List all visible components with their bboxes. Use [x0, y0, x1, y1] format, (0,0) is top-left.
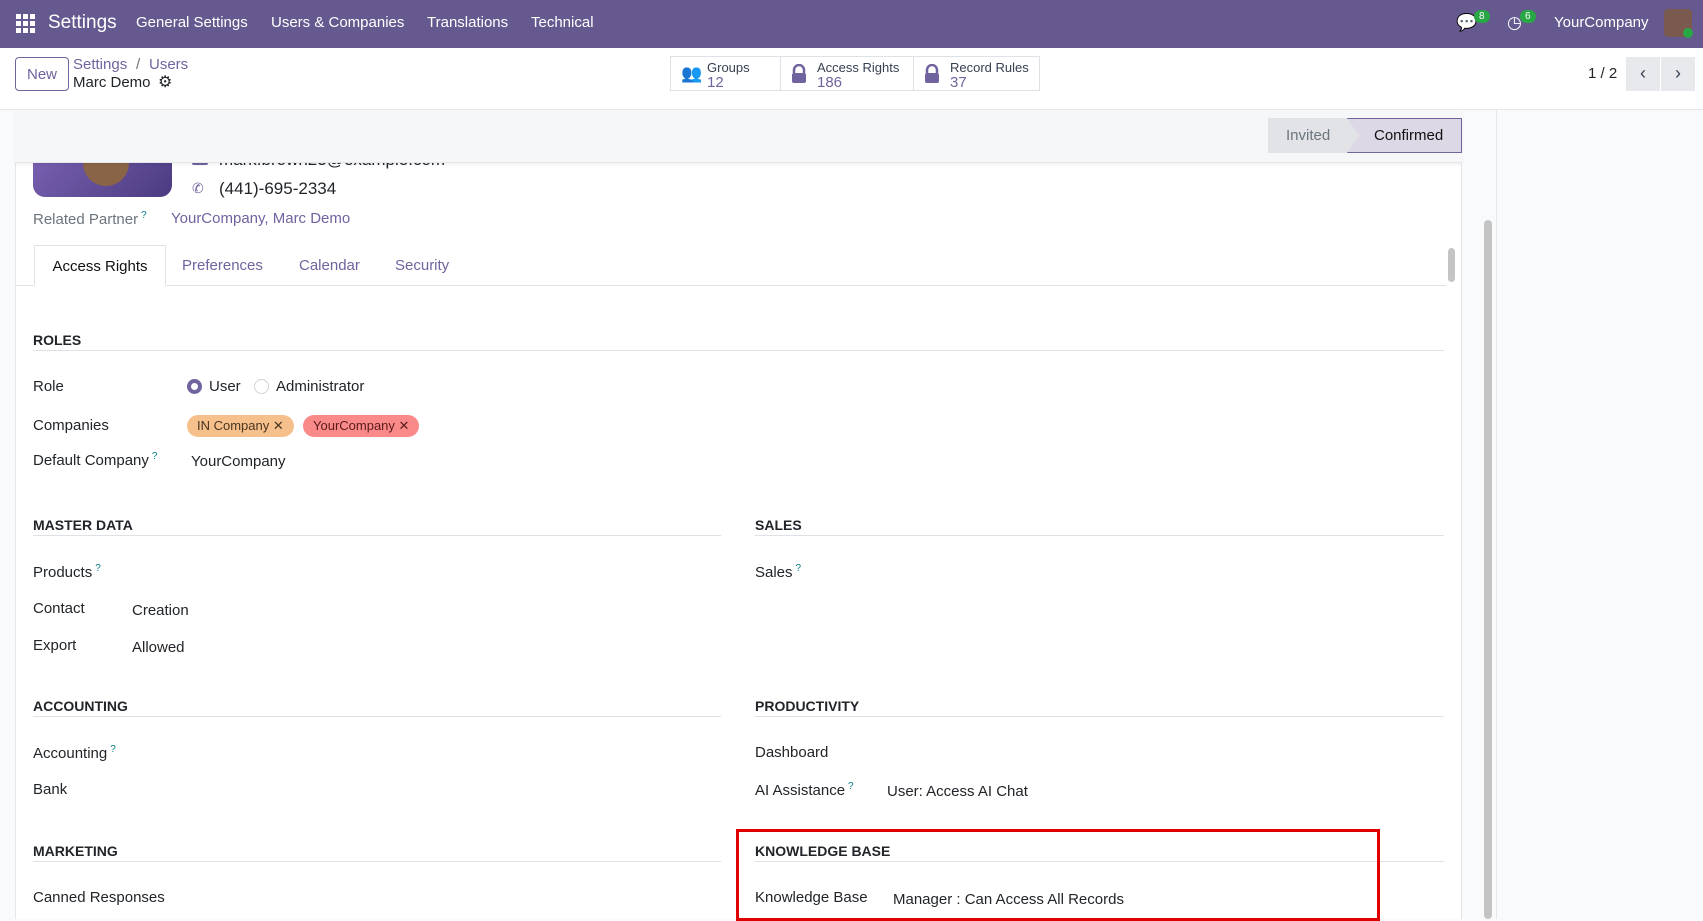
- canned-responses-label: Canned Responses: [33, 889, 165, 906]
- breadcrumb-settings[interactable]: Settings: [73, 56, 127, 73]
- accounting-label: Accounting?: [33, 744, 116, 762]
- tabs-scrollbar[interactable]: [1448, 248, 1455, 282]
- lock-icon: [924, 63, 944, 84]
- menu-users-companies[interactable]: Users & Companies: [271, 14, 404, 31]
- page-scrollbar[interactable]: [1484, 220, 1492, 919]
- new-button[interactable]: New: [15, 57, 69, 91]
- status-confirmed[interactable]: Confirmed: [1347, 118, 1462, 153]
- company-tag[interactable]: IN Company ✕: [187, 415, 294, 437]
- companies-label: Companies: [33, 417, 109, 434]
- groups-count: 12: [707, 74, 724, 91]
- sales-label: Sales?: [755, 563, 802, 581]
- groups-button[interactable]: 👥 Groups 12: [671, 57, 781, 91]
- access-rights-count: 186: [817, 74, 843, 91]
- menu-translations[interactable]: Translations: [427, 14, 508, 31]
- default-company-label: Default Company?: [33, 451, 158, 469]
- ai-assistance-label: AI Assistance?: [755, 781, 854, 799]
- record-rules-button[interactable]: Record Rules 37: [914, 57, 1040, 91]
- breadcrumb-separator: /: [136, 56, 141, 73]
- tab-security[interactable]: Security: [395, 245, 449, 286]
- remove-tag-icon[interactable]: ✕: [273, 418, 284, 433]
- divider: [755, 716, 1444, 717]
- divider: [33, 350, 1444, 351]
- company-tag[interactable]: YourCompany ✕: [303, 415, 420, 437]
- pager-previous-button[interactable]: ‹: [1626, 57, 1660, 91]
- products-label: Products?: [33, 563, 101, 581]
- access-rights-label: Access Rights: [817, 60, 900, 75]
- record-name: Marc Demo: [73, 74, 151, 91]
- divider: [755, 535, 1444, 536]
- side-panel-divider: [1496, 110, 1497, 919]
- messages-count: 8: [1474, 10, 1490, 23]
- control-panel: New Settings / Users Marc Demo ⚙ 👥 Group…: [0, 48, 1703, 110]
- highlight-box: [736, 829, 1380, 921]
- dashboard-label: Dashboard: [755, 744, 829, 761]
- export-label: Export: [33, 637, 77, 654]
- role-administrator-radio[interactable]: [254, 379, 269, 394]
- record-rules-label: Record Rules: [950, 60, 1029, 75]
- marketing-heading: MARKETING: [33, 843, 118, 859]
- master-data-heading: MASTER DATA: [33, 517, 133, 533]
- groups-label: Groups: [707, 60, 750, 75]
- remove-tag-icon[interactable]: ✕: [399, 418, 410, 433]
- contact-value[interactable]: Creation: [132, 602, 189, 619]
- ai-assistance-value[interactable]: User: Access AI Chat: [887, 783, 1028, 800]
- status-bar: Invited Confirmed: [15, 110, 1462, 163]
- divider: [33, 535, 721, 536]
- app-title[interactable]: Settings: [48, 12, 117, 34]
- form-sheet: [15, 110, 1462, 919]
- lock-icon: [791, 63, 811, 84]
- breadcrumb-users[interactable]: Users: [149, 56, 188, 73]
- divider: [33, 861, 721, 862]
- accounting-heading: ACCOUNTING: [33, 698, 128, 714]
- gear-icon[interactable]: ⚙: [158, 72, 172, 92]
- pager-value[interactable]: 1 / 2: [1588, 65, 1617, 82]
- pager-next-button[interactable]: ›: [1661, 57, 1695, 91]
- menu-general-settings[interactable]: General Settings: [136, 14, 248, 31]
- smart-buttons: 👥 Groups 12 Access Rights 186 Record Rul…: [670, 56, 1040, 91]
- tab-calendar[interactable]: Calendar: [299, 245, 360, 286]
- role-administrator-label[interactable]: Administrator: [276, 378, 364, 395]
- role-user-label[interactable]: User: [209, 378, 241, 395]
- phone-icon: ✆: [192, 180, 204, 196]
- roles-heading: ROLES: [33, 332, 82, 348]
- company-switcher[interactable]: YourCompany: [1554, 14, 1649, 31]
- role-label: Role: [33, 378, 64, 395]
- access-rights-button[interactable]: Access Rights 186: [781, 57, 914, 91]
- phone-value[interactable]: (441)-695-2334: [219, 179, 336, 199]
- related-partner-link[interactable]: YourCompany, Marc Demo: [171, 210, 350, 227]
- record-rules-count: 37: [950, 74, 967, 91]
- export-value[interactable]: Allowed: [132, 639, 185, 656]
- online-status-icon: [1683, 28, 1693, 38]
- menu-technical[interactable]: Technical: [531, 14, 594, 31]
- activities-count: 6: [1520, 10, 1536, 23]
- users-icon: 👥: [681, 64, 703, 83]
- divider: [33, 716, 721, 717]
- contact-label: Contact: [33, 600, 85, 617]
- bank-label: Bank: [33, 781, 68, 798]
- status-invited[interactable]: Invited: [1268, 118, 1358, 153]
- tab-preferences[interactable]: Preferences: [182, 245, 263, 286]
- sales-heading: SALES: [755, 517, 802, 533]
- top-navbar: Settings General Settings Users & Compan…: [0, 0, 1703, 48]
- apps-menu-icon[interactable]: [16, 14, 35, 33]
- tab-access-rights[interactable]: Access Rights: [34, 245, 166, 286]
- default-company-value[interactable]: YourCompany: [191, 453, 286, 470]
- productivity-heading: PRODUCTIVITY: [755, 698, 860, 714]
- role-user-radio[interactable]: [187, 379, 202, 394]
- related-partner-label: Related Partner?: [33, 210, 147, 228]
